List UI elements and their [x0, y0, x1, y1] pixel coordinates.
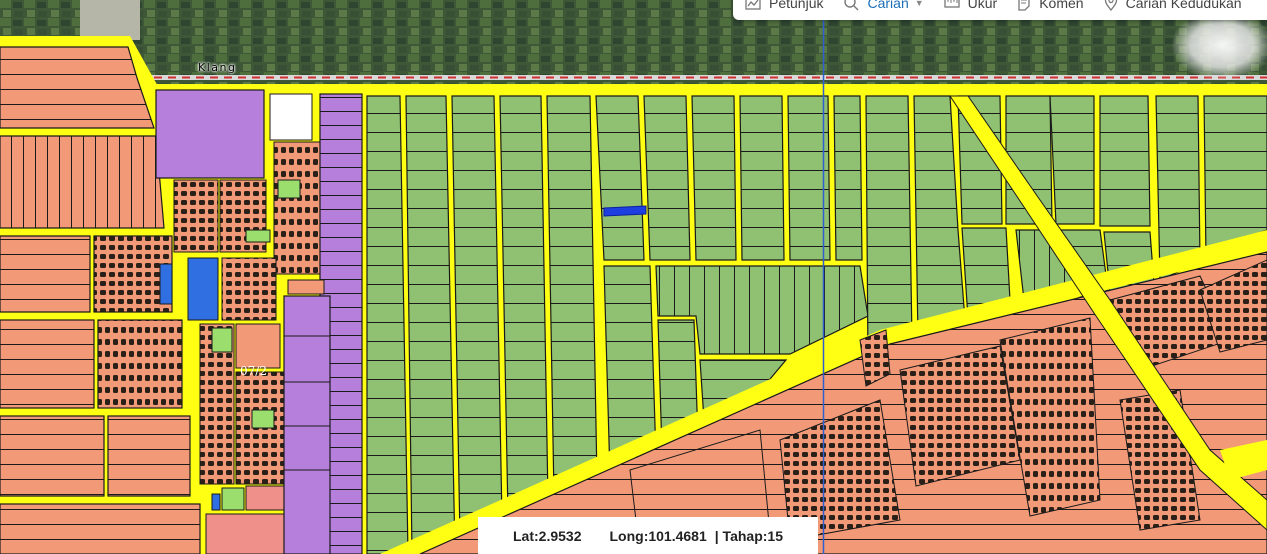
- residential-lot-central: [235, 323, 281, 369]
- residential-lot-pink: [245, 485, 285, 511]
- location-pin-icon: [1104, 0, 1117, 11]
- place-label-klang: Klang: [198, 61, 237, 74]
- open-space-2: [245, 229, 271, 243]
- ruler-icon: [944, 0, 960, 8]
- tool-carian-kedudukan[interactable]: Carian Kedudukan: [1104, 0, 1242, 11]
- tool-label: Komen: [1039, 0, 1084, 11]
- chevron-down-icon: ▼: [914, 0, 924, 8]
- lot-code-label: 07/2: [240, 364, 267, 378]
- open-space-1: [277, 179, 301, 199]
- tool-komen[interactable]: Komen: [1017, 0, 1084, 11]
- residential-zone-west-1: [0, 46, 155, 129]
- residential-lot-small: [287, 279, 325, 295]
- institutional-lot-north: [155, 89, 265, 179]
- latitude-readout: Lat:2.9532: [513, 527, 582, 544]
- open-space-5: [221, 487, 245, 511]
- open-space-4: [251, 409, 275, 429]
- tool-petunjuk[interactable]: Petunjuk: [745, 0, 823, 11]
- industrial-lot-south: [211, 493, 221, 511]
- residential-zone-west-2: [0, 135, 165, 229]
- residential-zone-west-6: [97, 319, 183, 409]
- longitude-readout: Long:101.4681: [609, 527, 707, 544]
- residential-zone-west-3: [0, 235, 91, 313]
- housing-cluster-2: [899, 345, 1021, 487]
- coordinate-status-bar: Lat:2.9532 Long:101.4681 | Tahap:15: [478, 517, 818, 554]
- housing-block-1: [173, 179, 219, 253]
- map-icon: [745, 0, 761, 10]
- land-use-map[interactable]: [0, 0, 1267, 554]
- residential-zone-west-8: [107, 415, 191, 497]
- tool-label: Carian: [867, 0, 909, 11]
- highlighted-lot: [603, 205, 647, 217]
- tool-carian[interactable]: Carian ▼: [843, 0, 924, 11]
- industrial-lot-west: [159, 263, 173, 305]
- residential-zone-west-9: [0, 503, 201, 554]
- residential-zone-west-5: [0, 319, 95, 409]
- open-space-3: [211, 327, 233, 353]
- map-toolbar: Petunjuk Carian ▼ Ukur Komen Carian Kedu…: [733, 0, 1267, 20]
- town-area: [80, 0, 140, 40]
- empty-lot: [269, 93, 313, 141]
- tool-label: Ukur: [967, 0, 998, 11]
- housing-block-3: [273, 141, 321, 275]
- cloud-overlay: [1172, 10, 1267, 80]
- comment-icon: [1018, 0, 1030, 11]
- tool-label: Petunjuk: [769, 0, 824, 11]
- search-icon: [844, 0, 859, 11]
- industrial-lot-central: [187, 257, 219, 321]
- residential-zone-west-7: [0, 415, 105, 497]
- housing-block-4: [221, 257, 277, 321]
- residential-lot-south: [205, 513, 293, 554]
- tool-label: Carian Kedudukan: [1125, 0, 1242, 11]
- zoom-level-readout: | Tahap:15: [714, 527, 783, 544]
- tool-ukur[interactable]: Ukur: [944, 0, 998, 11]
- institutional-strip-2: [283, 295, 331, 554]
